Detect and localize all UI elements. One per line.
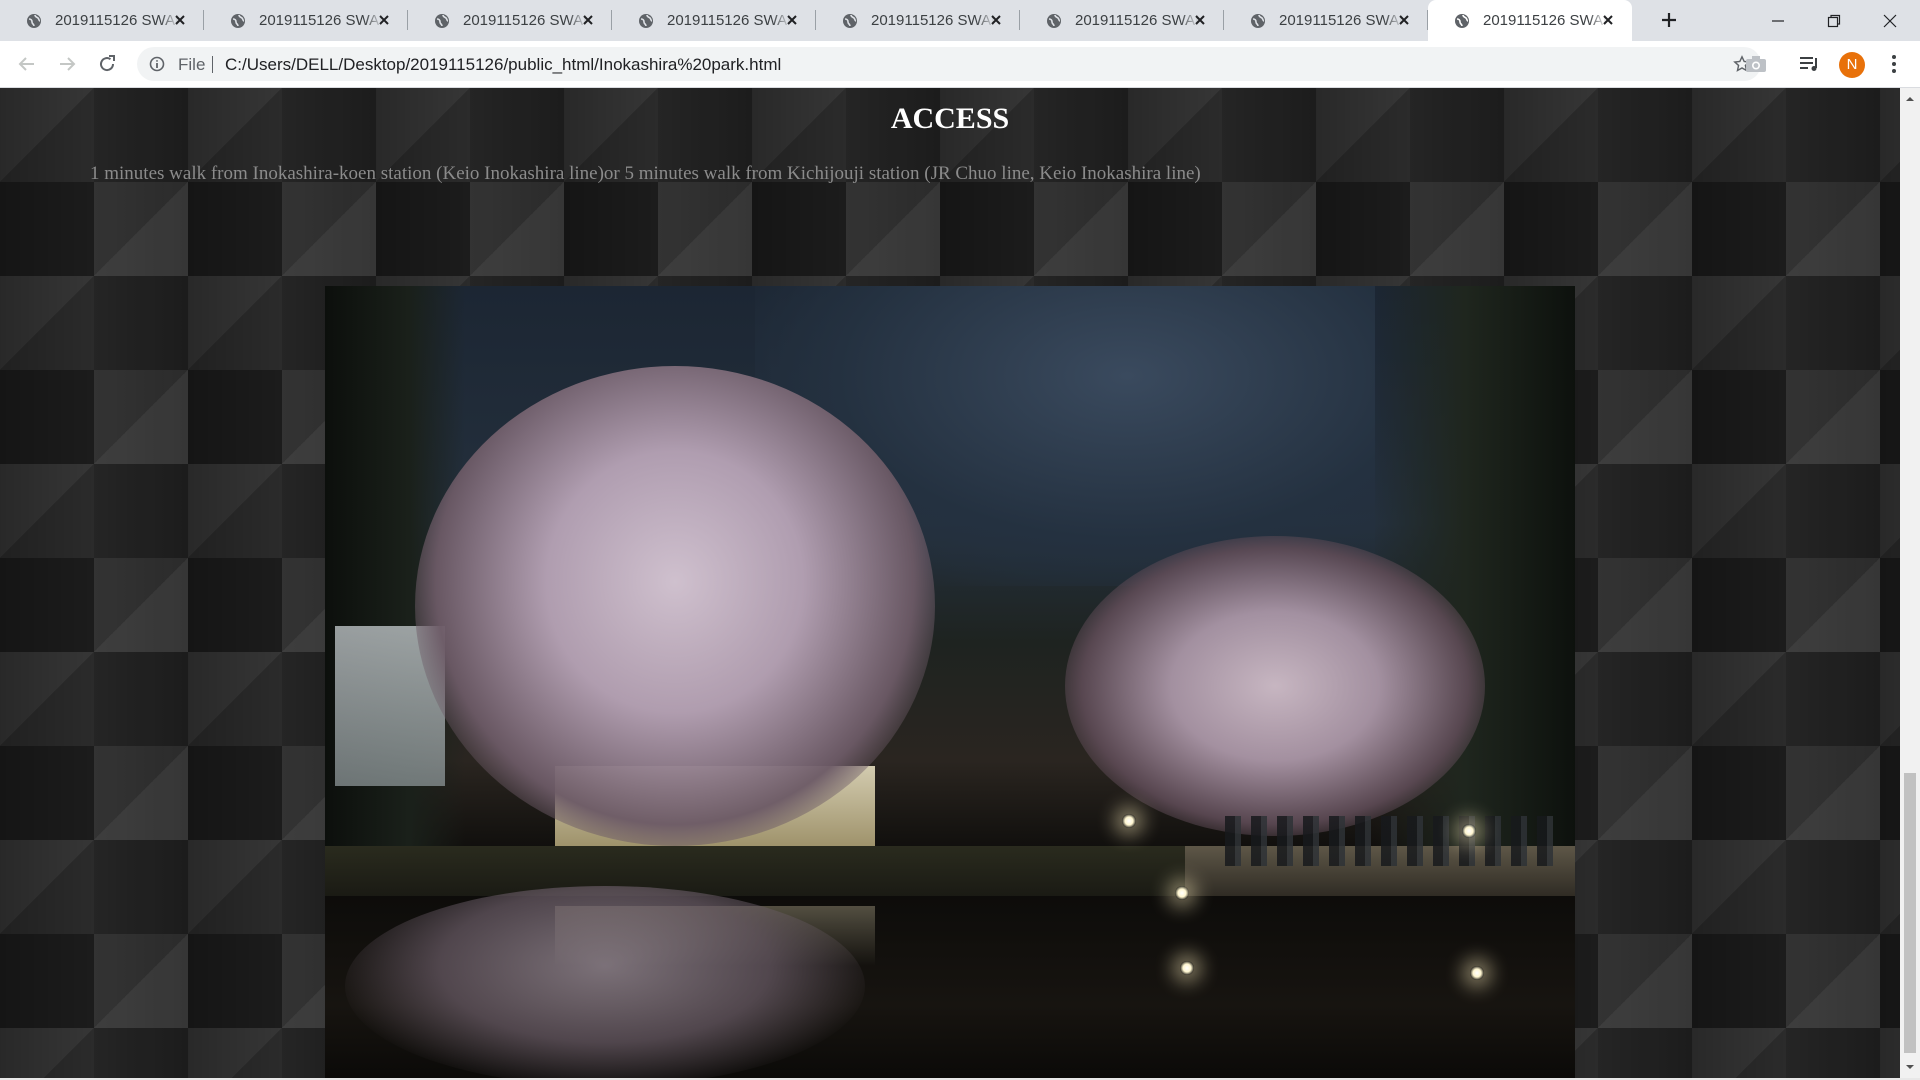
tab-strip: 2019115126 SWAN 2019115126 SWAN 20191151… <box>0 0 1920 41</box>
close-icon[interactable] <box>172 12 188 28</box>
browser-tab[interactable]: 2019115126 SWAN <box>0 0 204 41</box>
tab-title: 2019115126 SWAN <box>871 12 995 29</box>
close-icon[interactable] <box>580 12 596 28</box>
globe-icon <box>1251 13 1265 28</box>
browser-tab[interactable]: 2019115126 SWAN <box>408 0 612 41</box>
close-icon[interactable] <box>988 12 1004 28</box>
globe-icon <box>231 13 245 28</box>
tab-title: 2019115126 SWAN <box>259 12 383 29</box>
scroll-up-icon[interactable] <box>1905 94 1915 104</box>
tab-title: 2019115126 SWAN <box>463 12 587 29</box>
close-icon[interactable] <box>1396 12 1412 28</box>
media-control-button[interactable] <box>1797 51 1823 77</box>
globe-icon <box>1047 13 1061 28</box>
browser-tab[interactable]: 2019115126 SWAN <box>612 0 816 41</box>
kebab-menu-icon <box>1892 55 1896 73</box>
close-icon[interactable] <box>784 12 800 28</box>
tab-title: 2019115126 SWAN <box>1075 12 1199 29</box>
browser-toolbar: File C:/Users/DELL/Desktop/2019115126/pu… <box>0 41 1920 88</box>
plus-icon[interactable] <box>1657 8 1681 32</box>
back-button[interactable] <box>14 51 40 77</box>
tab-title: 2019115126 SWAN <box>1483 12 1607 29</box>
page-viewport: ACCESS 1 minutes walk from Inokashira-ko… <box>0 88 1900 1078</box>
tab-title: 2019115126 SWAN <box>667 12 791 29</box>
profile-avatar[interactable]: N <box>1839 52 1865 78</box>
tab-title: 2019115126 SWAN <box>55 12 179 29</box>
close-icon[interactable] <box>376 12 392 28</box>
restore-button[interactable] <box>1806 0 1862 41</box>
park-photo <box>325 286 1575 1078</box>
forward-arrow-icon <box>60 57 76 71</box>
minimize-button[interactable] <box>1750 0 1806 41</box>
browser-tab[interactable]: 2019115126 SWAN <box>1020 0 1224 41</box>
camera-button[interactable] <box>1743 51 1769 77</box>
address-url[interactable]: C:/Users/DELL/Desktop/2019115126/public_… <box>225 55 781 75</box>
tab-title: 2019115126 SWAN <box>1279 12 1403 29</box>
globe-icon <box>27 13 41 28</box>
access-description: 1 minutes walk from Inokashira-koen stat… <box>90 163 1201 184</box>
reload-button[interactable] <box>94 51 120 77</box>
browser-tab[interactable]: 2019115126 SWAN <box>204 0 408 41</box>
globe-icon <box>843 13 857 28</box>
close-icon[interactable] <box>1600 12 1616 28</box>
globe-icon <box>435 13 449 28</box>
info-icon[interactable] <box>149 56 165 72</box>
scrollbar-thumb[interactable] <box>1904 773 1916 1053</box>
vertical-scrollbar[interactable] <box>1900 88 1920 1078</box>
back-arrow-icon <box>18 57 34 71</box>
globe-icon <box>1455 13 1469 28</box>
browser-menu-button[interactable] <box>1881 51 1907 77</box>
browser-tab[interactable]: 2019115126 SWAN <box>1224 0 1428 41</box>
page-heading: ACCESS <box>890 102 1010 135</box>
restore-icon <box>1827 14 1841 27</box>
close-window-button[interactable] <box>1862 0 1918 41</box>
forward-button[interactable] <box>54 51 80 77</box>
close-icon[interactable] <box>1192 12 1208 28</box>
browser-tab-active[interactable]: 2019115126 SWAN <box>1428 0 1632 41</box>
divider <box>212 56 213 73</box>
scroll-down-icon[interactable] <box>1905 1062 1915 1072</box>
minimize-icon <box>1772 19 1784 22</box>
camera-icon <box>1746 56 1766 72</box>
globe-icon <box>639 13 653 28</box>
reload-icon <box>100 55 115 72</box>
media-control-icon <box>1800 57 1817 71</box>
browser-tab[interactable]: 2019115126 SWAN <box>816 0 1020 41</box>
scheme-label: File <box>178 55 206 74</box>
address-bar[interactable]: File C:/Users/DELL/Desktop/2019115126/pu… <box>137 47 1761 81</box>
close-icon <box>1883 14 1897 27</box>
